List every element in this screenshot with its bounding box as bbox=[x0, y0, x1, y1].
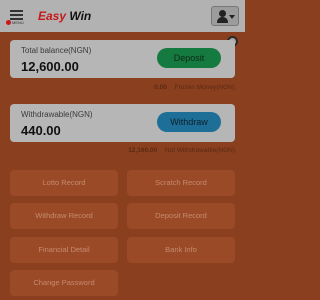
frozen-money-label: Frozen Money(NGN) bbox=[174, 84, 235, 91]
user-icon bbox=[219, 10, 226, 17]
logo-part-win: Win bbox=[69, 9, 92, 23]
withdrawable-card: Withdrawable(NGN) 440.00 Withdraw bbox=[10, 104, 235, 142]
frozen-money-line: 0.00 Frozen Money(NGN) bbox=[154, 84, 235, 91]
financial-detail-button[interactable]: Financial Detail bbox=[10, 237, 118, 263]
chevron-down-icon bbox=[229, 15, 235, 19]
user-menu-button[interactable] bbox=[211, 6, 239, 26]
withdrawable-label: Withdrawable(NGN) bbox=[21, 110, 93, 119]
total-balance-card: Total balance(NGN) 12,600.00 Deposit bbox=[10, 40, 235, 78]
user-icon-body bbox=[217, 17, 228, 23]
lotto-record-button[interactable]: Lotto Record bbox=[10, 170, 118, 196]
app-logo[interactable]: Easy Win bbox=[38, 9, 91, 23]
change-password-button[interactable]: Change Password bbox=[10, 270, 118, 296]
menu-button[interactable]: MENU bbox=[6, 8, 28, 28]
not-withdrawable-line: 12,160.00 Not Withdrawable(NGN) bbox=[128, 147, 235, 154]
notification-dot bbox=[6, 20, 11, 25]
scratch-record-button[interactable]: Scratch Record bbox=[127, 170, 235, 196]
hamburger-icon bbox=[10, 10, 23, 20]
deposit-record-button[interactable]: Deposit Record bbox=[127, 203, 235, 229]
not-withdrawable-label: Not Withdrawable(NGN) bbox=[164, 147, 235, 154]
top-bar: MENU Easy Win bbox=[0, 0, 245, 32]
withdrawable-amount: 440.00 bbox=[21, 123, 61, 138]
bank-info-button[interactable]: Bank Info bbox=[127, 237, 235, 263]
frozen-money-value: 0.00 bbox=[154, 84, 167, 91]
not-withdrawable-value: 12,160.00 bbox=[128, 147, 158, 154]
total-balance-label: Total balance(NGN) bbox=[21, 46, 92, 55]
logo-part-easy: Easy bbox=[38, 9, 67, 23]
total-balance-amount: 12,600.00 bbox=[21, 59, 79, 74]
withdraw-record-button[interactable]: Withdraw Record bbox=[10, 203, 118, 229]
deposit-button[interactable]: Deposit bbox=[157, 48, 221, 68]
menu-label: MENU bbox=[12, 20, 24, 25]
withdraw-button[interactable]: Withdraw bbox=[157, 112, 221, 132]
